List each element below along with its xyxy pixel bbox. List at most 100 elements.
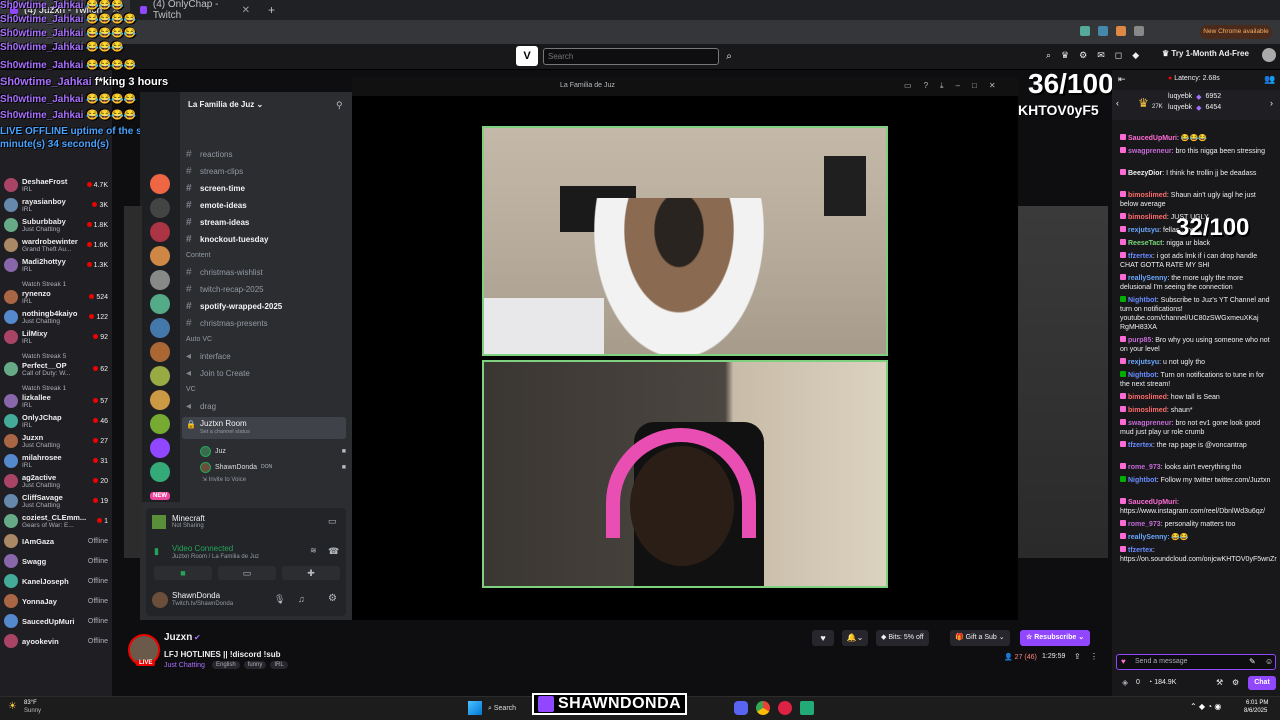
tag[interactable]: IRL [270,661,288,669]
channel-item[interactable]: # stream-clips [186,163,346,179]
bits-icon[interactable]: ◆ [1132,50,1139,61]
sidebar-channel[interactable]: OnlyJChap IRL 46 [4,411,108,431]
user-avatar[interactable] [152,592,168,608]
stats-icon[interactable]: ⚒ [1216,678,1223,687]
chat-message[interactable]: SaucedUpMuri: https://www.instagram.com/… [1120,498,1274,516]
vencord-logo-icon[interactable]: V [516,46,538,66]
headphones-icon[interactable]: ♫ [298,594,305,604]
chat-message[interactable]: reallySenny: the more ugly the more delu… [1120,274,1274,292]
server-icon[interactable] [150,294,170,314]
chat-username[interactable]: tfzertex [1128,253,1153,260]
sidebar-channel[interactable]: Perfect__OP Call of Duty: W... 62 [4,359,108,379]
chat-message[interactable]: reallySenny: 😂😂 [1120,533,1274,542]
channel-item[interactable]: # christmas-presents [186,315,346,331]
chat-message[interactable]: SaucedUpMuri: 😂😂😂 [1120,134,1274,143]
add-member-icon[interactable]: ⚲ [336,100,343,111]
server-icon[interactable] [150,462,170,482]
chrome-app-icon[interactable] [756,701,770,715]
noise-suppression-icon[interactable]: ≋ [310,546,317,555]
chat-message[interactable]: rome_973: personality matters too [1120,520,1274,529]
user-avatar[interactable] [1262,48,1276,62]
screen-share-button[interactable]: ▭ [218,566,276,580]
sidebar-channel[interactable]: Swagg Offline [4,551,108,571]
app-icon[interactable] [800,701,814,715]
chat-message[interactable]: purp85: Bro why you using someone who no… [1120,336,1274,354]
points-balance[interactable]: ◔ 184.9K [1148,679,1176,686]
crown-icon[interactable]: ♛ [1061,50,1069,61]
sidebar-channel[interactable]: nothingb4kaiyo Just Chatting 122 [4,307,108,327]
notification-bell-button[interactable]: 🔔⌄ [842,630,868,646]
sidebar-channel[interactable]: CliffSavage Just Chatting 19 [4,491,108,511]
chat-username[interactable]: Nightbot [1128,297,1157,304]
new-tab-button[interactable]: + [260,3,283,17]
channel-category[interactable]: Content [186,252,211,259]
emote-icon[interactable]: ☺ [1265,657,1273,666]
server-icon[interactable] [150,174,170,194]
chat-message[interactable]: tfzertex: i got ads lmk if i can drop ha… [1120,252,1274,270]
search-input[interactable] [543,48,719,65]
chat-username[interactable]: rexjutsyu [1128,359,1159,366]
server-icon[interactable] [150,270,170,290]
sidebar-channel[interactable]: DeshaeFrost IRL 4.7K [4,175,108,195]
more-options-icon[interactable]: ⋮ [1090,652,1098,661]
leaderboard-arrow-right[interactable]: › [1270,98,1273,108]
sidebar-channel[interactable]: milahrosee IRL 31 [4,451,108,471]
server-icon[interactable] [150,390,170,410]
video-connected[interactable]: Video Connected [172,544,233,553]
video-player[interactable]: La Familia de Juz ▭? ⤓ – □ ✕ 36/100 KHTOV0yF… [124,68,1114,620]
sidebar-channel[interactable]: Suburbbaby Just Chatting 1.8K [4,215,108,235]
chat-username[interactable]: rexjutsyu [1128,227,1159,234]
chat-username[interactable]: bimoslimed [1128,214,1167,221]
server-icon[interactable] [150,246,170,266]
screen-share-icon[interactable]: ▭ [328,516,337,527]
help-icon[interactable]: ? [924,81,928,91]
chat-message[interactable]: Nightbot: Follow my twitter twitter.com/… [1120,476,1274,485]
chat-username[interactable]: swagpreneur [1128,148,1172,155]
chat-message[interactable]: tfzertex: https://on.soundcloud.com/onjc… [1120,546,1277,564]
chat-message[interactable]: Nightbot: Subscribe to Juz's YT Channel … [1120,296,1274,332]
sidebar-channel[interactable]: wardrobewinter Grand Theft Au... 1.6K [4,235,108,255]
server-icon[interactable] [150,318,170,338]
invite-to-voice[interactable]: ⇲ Invite to Voice [202,476,246,483]
chat-message[interactable]: bimoslimed: shaun* [1120,406,1274,415]
chat-input[interactable]: ♥ Send a message ✎ ☺ [1116,654,1276,670]
chat-username[interactable]: swagpreneur [1128,420,1172,427]
disconnect-icon[interactable]: ☎ [328,546,339,557]
voice-room[interactable]: 🔒 Juztxn Room Set a channel status [182,417,346,439]
channel-item[interactable]: # knockout-tuesday [186,231,346,247]
sidebar-channel[interactable]: YonnaJay Offline [4,591,108,611]
chat-username[interactable]: rome_973 [1128,464,1161,471]
channel-item[interactable]: ◂ Join to Create [186,365,346,381]
sidebar-channel[interactable]: coziest_CLEmm... Gears of War: E... 1 [4,511,108,531]
channel-item[interactable]: # emote-ideas [186,197,346,213]
channel-item[interactable]: ◂ drag [186,398,346,414]
gear-icon[interactable]: ⚙ [328,593,337,604]
users-icon[interactable]: 👥 [1264,74,1275,85]
taskbar-search[interactable]: ⌕ Search [488,701,528,716]
chat-username[interactable]: BeezyDior [1128,170,1162,177]
search-icon[interactable]: ⌕ [1046,50,1051,61]
start-button[interactable] [468,701,482,715]
extension-icon[interactable] [1134,26,1144,36]
chat-message[interactable]: swagpreneur: bro not ev1 gone look good … [1120,419,1274,437]
collapse-chat-icon[interactable]: ⇤ [1118,74,1126,85]
close-icon[interactable]: ✕ [989,81,996,91]
streamer-name[interactable]: Juzxn [164,632,192,643]
tag[interactable]: English [212,661,240,669]
tag[interactable]: funny [243,661,267,669]
server-icon[interactable] [150,198,170,218]
extension-icon[interactable] [1116,26,1126,36]
chat-username[interactable]: rome_973 [1128,521,1161,528]
leaderboard-arrow-left[interactable]: ‹ [1116,98,1119,108]
channel-item[interactable]: # spotify-wrapped-2025 [186,298,346,314]
chat-username[interactable]: SaucedUpMuri [1128,135,1177,142]
window-controls[interactable]: ▭? ⤓ – □ ✕ [904,81,996,91]
chat-username[interactable]: tfzertex [1128,442,1153,449]
sidebar-channel[interactable]: Juzxn Just Chatting 27 [4,431,108,451]
chat-message[interactable]: Nightbot: Turn on notifications to tune … [1120,371,1274,389]
follow-heart-button[interactable]: ♥ [812,630,834,646]
gift-sub-button[interactable]: 🎁 Gift a Sub ⌄ [950,630,1010,646]
stream-category[interactable]: Just Chatting [164,662,205,669]
sidebar-channel[interactable]: SaucedUpMuri Offline [4,611,108,631]
maximize-icon[interactable]: □ [972,81,977,91]
